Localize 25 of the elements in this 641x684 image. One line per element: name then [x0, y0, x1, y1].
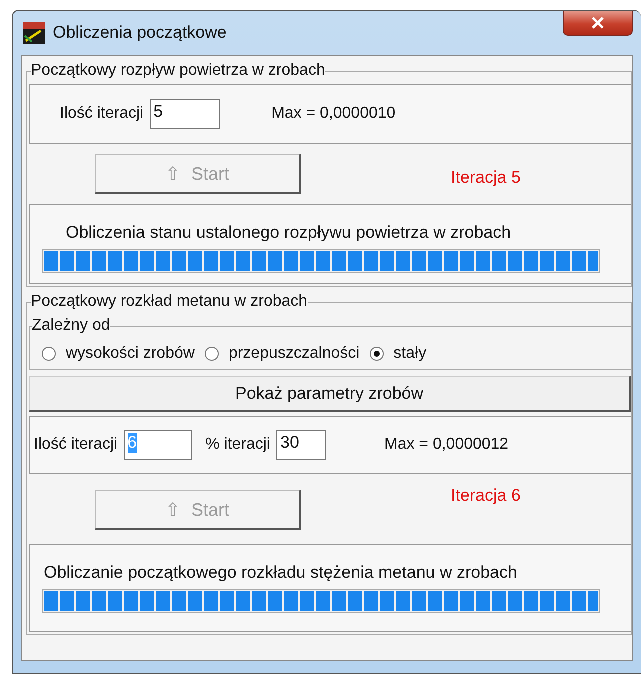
progress-caption: Obliczenia stanu ustalonego rozpływu powietrza w zrobach [66, 223, 512, 243]
radio-option[interactable]: przepuszczalności [204, 345, 360, 363]
group-legend: Początkowy rozpływ powietrza w zrobach [31, 62, 326, 80]
max-value: Max = 0,0000010 [272, 105, 396, 123]
group-legend: Zależny od [32, 317, 110, 335]
percent-field[interactable]: 30 [276, 430, 326, 460]
iterations-label: Ilość iteracji [34, 436, 118, 454]
radio-option[interactable]: stały [370, 345, 427, 363]
window-title: Obliczenia początkowe [53, 23, 227, 43]
iterations-field[interactable]: 5 [150, 99, 220, 129]
radio-option[interactable]: wysokości zrobów [42, 345, 195, 363]
max-value: Max = 0,0000012 [384, 436, 509, 454]
iteration-status: Iteracja 6 [451, 486, 521, 506]
close-icon [591, 17, 605, 29]
group-legend: Początkowy rozkład metanu w zrobach [31, 293, 308, 311]
progress-caption: Obliczanie początkowego rozkładu stężenia metanu w zrobach [44, 563, 518, 583]
iterations-label: Ilość iteracji [60, 105, 144, 123]
close-button[interactable] [563, 11, 633, 36]
radio-button[interactable] [370, 347, 384, 361]
radio-button[interactable] [204, 347, 219, 361]
radio-button[interactable] [42, 347, 56, 361]
iteration-status: Iteracja 5 [451, 168, 521, 188]
app-icon [23, 22, 45, 44]
show-parameters-button[interactable]: Pokaż parametry zrobów [29, 376, 631, 412]
percent-label: % iteracji [206, 436, 270, 454]
